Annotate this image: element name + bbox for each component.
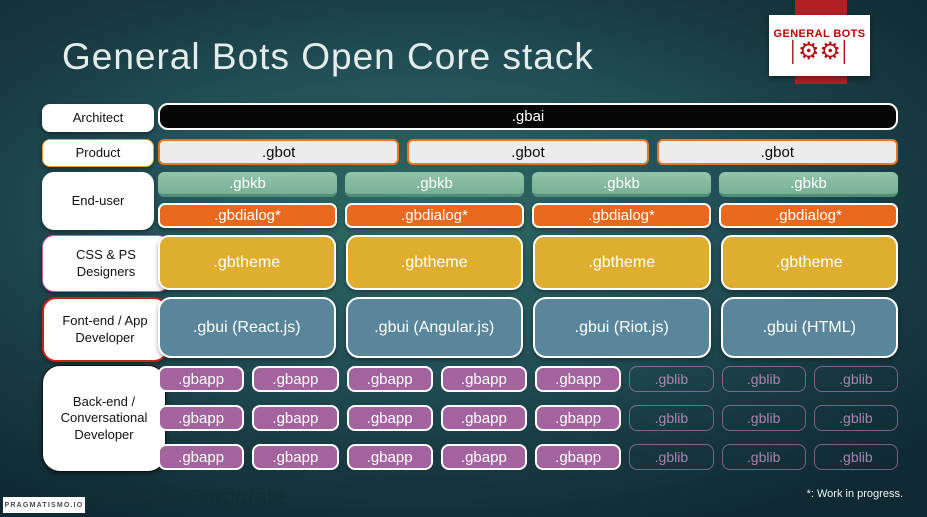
gblib-button[interactable]: .gblib (721, 444, 806, 470)
backend-row-2: .gbapp .gbapp .gbapp .gbapp .gbapp .gbli… (158, 405, 898, 431)
gbot-button[interactable]: .gbot (656, 139, 898, 165)
slide: General Bots Open Core stack GENERAL BOT… (0, 0, 927, 517)
gbapp-button[interactable]: .gbapp (440, 366, 527, 392)
gbapp-button[interactable]: .gbapp (535, 366, 622, 392)
gbkb-button[interactable]: .gbkb (532, 172, 711, 197)
gbapp-button[interactable]: .gbapp (158, 366, 245, 392)
gbtheme-button[interactable]: .gbtheme (158, 235, 336, 290)
gbkb-button[interactable]: .gbkb (158, 172, 337, 197)
backend-row-3: .gbapp .gbapp .gbapp .gbapp .gbapp .gbli… (158, 444, 898, 470)
vendor-logo: PRAGMATISMO.IO (3, 497, 85, 513)
gbtheme-button[interactable]: .gbtheme (533, 235, 711, 290)
gblib-button[interactable]: .gblib (813, 405, 898, 431)
role-label-product: Product (42, 139, 154, 167)
gbapp-button[interactable]: .gbapp (440, 444, 527, 470)
gblib-button[interactable]: .gblib (629, 405, 714, 431)
gbdialog-button[interactable]: .gbdialog* (532, 203, 711, 228)
gbdialog-button[interactable]: .gbdialog* (719, 203, 898, 228)
gbapp-button[interactable]: .gbapp (346, 444, 433, 470)
gbapp-button[interactable]: .gbapp (158, 444, 245, 470)
gblib-button[interactable]: .gblib (721, 366, 806, 392)
gbapp-button[interactable]: .gbapp (346, 405, 433, 431)
gblib-button[interactable]: .gblib (813, 444, 898, 470)
gbdialog-button[interactable]: .gbdialog* (158, 203, 337, 228)
gears-icon: │ ⚙ ⚙ │ (787, 37, 852, 65)
gbkb-button[interactable]: .gbkb (345, 172, 524, 197)
gbui-react-button[interactable]: .gbui (React.js) (158, 297, 336, 358)
page-title: General Bots Open Core stack (62, 36, 594, 77)
gbot-button[interactable]: .gbot (158, 139, 400, 165)
gbapp-button[interactable]: .gbapp (440, 405, 527, 431)
gear-icon: ⚙ (797, 37, 820, 65)
gbdialog-button[interactable]: .gbdialog* (345, 203, 524, 228)
gear-icon: ⚙ (819, 37, 842, 65)
gbapp-button[interactable]: .gbapp (252, 405, 339, 431)
gbtheme-button[interactable]: .gbtheme (720, 235, 898, 290)
gear-bar-right: │ (839, 40, 852, 63)
gblib-button[interactable]: .gblib (629, 366, 714, 392)
gbapp-button[interactable]: .gbapp (252, 366, 339, 392)
gbtheme-row: .gbtheme .gbtheme .gbtheme .gbtheme (158, 235, 898, 290)
gbui-riot-button[interactable]: .gbui (Riot.js) (533, 297, 711, 358)
gblib-button[interactable]: .gblib (629, 444, 714, 470)
gbkb-row: .gbkb .gbkb .gbkb .gbkb (158, 172, 898, 197)
gbui-html-button[interactable]: .gbui (HTML) (720, 297, 898, 358)
role-label-backend-conversational-developer: Back-end / Conversational Developer (42, 365, 166, 472)
gbapp-button[interactable]: .gbapp (158, 405, 245, 431)
gbapp-button[interactable]: .gbapp (535, 405, 622, 431)
gbot-row: .gbot .gbot .gbot (158, 139, 898, 165)
backend-row-1: .gbapp .gbapp .gbapp .gbapp .gbapp .gbli… (158, 366, 898, 392)
gbapp-button[interactable]: .gbapp (252, 444, 339, 470)
gbdialog-row: .gbdialog* .gbdialog* .gbdialog* .gbdial… (158, 203, 898, 228)
footer-edition-text: 2018Q4 - Corporate (90, 486, 286, 509)
gbai-bar[interactable]: .gbai (158, 103, 898, 130)
gbtheme-button[interactable]: .gbtheme (345, 235, 523, 290)
gblib-button[interactable]: .gblib (813, 366, 898, 392)
role-label-css-ps-designers: CSS & PS Designers (42, 235, 170, 292)
role-label-end-user: End-user (42, 172, 154, 230)
gbapp-button[interactable]: .gbapp (346, 366, 433, 392)
gbui-angular-button[interactable]: .gbui (Angular.js) (345, 297, 523, 358)
gbapp-button[interactable]: .gbapp (535, 444, 622, 470)
general-bots-logo: GENERAL BOTS │ ⚙ ⚙ │ (769, 15, 870, 76)
role-label-architect: Architect (42, 104, 154, 132)
gbot-button[interactable]: .gbot (407, 139, 649, 165)
gbkb-button[interactable]: .gbkb (719, 172, 898, 197)
work-in-progress-footnote: *: Work in progress. (806, 488, 903, 500)
role-label-frontend-app-developer: Font-end / App Developer (42, 297, 168, 362)
gblib-button[interactable]: .gblib (721, 405, 806, 431)
gbui-row: .gbui (React.js) .gbui (Angular.js) .gbu… (158, 297, 898, 358)
